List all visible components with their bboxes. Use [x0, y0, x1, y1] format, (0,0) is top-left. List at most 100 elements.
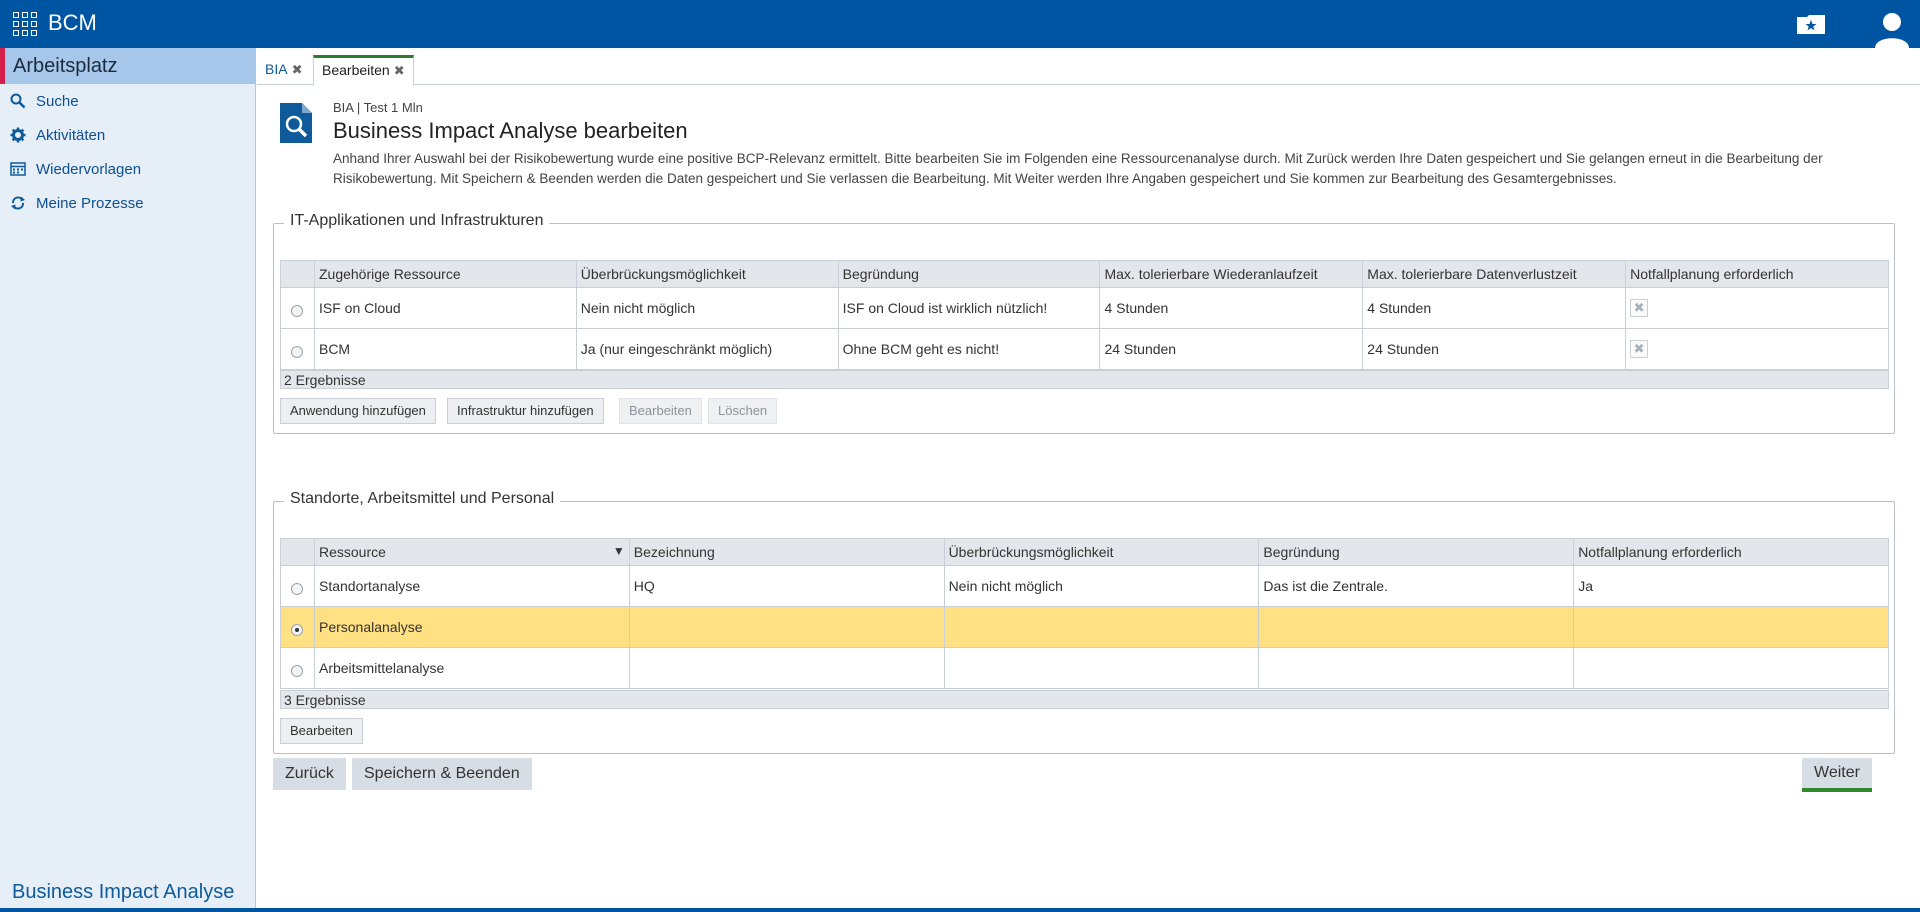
sidebar-heading[interactable]: Arbeitsplatz	[0, 48, 255, 84]
column-header[interactable]: Überbrückungsmöglichkeit	[943, 538, 1260, 566]
table-cell: Ja	[1573, 565, 1889, 607]
save-and-exit-button[interactable]: Speichern & Beenden	[352, 758, 532, 790]
row-select-cell	[280, 565, 315, 607]
row-radio[interactable]	[291, 583, 304, 596]
table-header-row: Ressource ▼ Bezeichnung Überbrückungsmögl…	[280, 538, 1889, 566]
table-row[interactable]: BCM Ja (nur eingeschränkt möglich) Ohne …	[280, 328, 1889, 370]
back-button[interactable]: Zurück	[273, 758, 346, 790]
table-header-row: Zugehörige Ressource Überbrückungsmöglic…	[280, 260, 1889, 288]
row-radio[interactable]	[291, 305, 304, 318]
gear-icon	[10, 127, 26, 143]
table-cell: BCM	[313, 328, 577, 370]
row-select-cell	[280, 328, 315, 370]
sidebar-footer-title: Business Impact Analyse	[12, 881, 235, 903]
column-header[interactable]: Ressource ▼	[313, 538, 630, 566]
it-applications-section: IT-Applikationen und Infrastrukturen Zug…	[273, 212, 1895, 434]
column-header[interactable]: Bezeichnung	[628, 538, 945, 566]
search-icon	[10, 93, 26, 109]
table-cell: ISF on Cloud	[313, 287, 577, 329]
edit-button[interactable]: Bearbeiten	[280, 718, 363, 744]
table-cell: Standortanalyse	[313, 565, 630, 607]
next-button[interactable]: Weiter	[1802, 758, 1872, 792]
sidebar-item-aktivitaeten[interactable]: Aktivitäten	[0, 118, 255, 152]
table-row[interactable]: Standortanalyse HQ Nein nicht möglich Da…	[280, 565, 1889, 607]
sort-down-icon[interactable]: ▼	[613, 544, 625, 558]
sidebar-item-meine-prozesse[interactable]: Meine Prozesse	[0, 186, 255, 220]
table-cell: Das ist die Zentrale.	[1258, 565, 1575, 607]
table-cell	[1258, 606, 1575, 648]
table-cell: ✖	[1625, 287, 1889, 329]
table-cell: 24 Stunden	[1362, 328, 1627, 370]
column-header[interactable]: Zugehörige Ressource	[313, 260, 577, 288]
table-cell: Nein nicht möglich	[575, 287, 839, 329]
select-column-header	[280, 538, 315, 566]
sidebar-item-label: Meine Prozesse	[36, 194, 144, 212]
table-cell: Ohne BCM geht es nicht!	[837, 328, 1101, 370]
page-title: Business Impact Analyse bearbeiten	[333, 118, 688, 143]
section-legend: IT-Applikationen und Infrastrukturen	[284, 212, 550, 230]
section-legend: Standorte, Arbeitsmittel und Personal	[284, 490, 561, 508]
sidebar: Arbeitsplatz Suche Aktivitäten Wiedervor…	[0, 48, 256, 910]
column-header[interactable]: Überbrückungsmöglichkeit	[575, 260, 839, 288]
table-cell: 24 Stunden	[1099, 328, 1364, 370]
table-row[interactable]: Arbeitsmittelanalyse	[280, 647, 1889, 689]
table-cell: Personalanalyse	[313, 606, 630, 648]
delete-button[interactable]: Löschen	[708, 398, 778, 424]
table-cell: 4 Stunden	[1362, 287, 1627, 329]
sidebar-item-label: Suche	[36, 92, 79, 110]
breadcrumb: BIA | Test 1 Mln	[333, 100, 423, 115]
tab-label: BIA	[265, 61, 288, 77]
table-cell	[1573, 606, 1889, 648]
table-cell	[943, 647, 1260, 689]
select-column-header	[280, 260, 315, 288]
unchecked-x-icon: ✖	[1630, 299, 1649, 317]
app-grid-icon[interactable]	[13, 12, 39, 36]
table-row[interactable]: ISF on Cloud Nein nicht möglich ISF on C…	[280, 287, 1889, 329]
add-infrastructure-button[interactable]: Infrastruktur hinzufügen	[447, 398, 604, 424]
tab-bearbeiten[interactable]: Bearbeiten ✖	[313, 55, 414, 86]
column-header[interactable]: Max. tolerierbare Wiederanlaufzeit	[1099, 260, 1364, 288]
bottom-border	[0, 908, 1920, 912]
sidebar-item-label: Aktivitäten	[36, 126, 106, 144]
row-radio[interactable]	[291, 346, 304, 359]
user-avatar-icon[interactable]	[1872, 8, 1912, 48]
row-radio[interactable]	[291, 665, 304, 678]
edit-button[interactable]: Bearbeiten	[619, 398, 702, 424]
process-icon	[11, 196, 25, 210]
column-header[interactable]: Notfallplanung erforderlich	[1625, 260, 1889, 288]
close-icon[interactable]: ✖	[292, 62, 303, 77]
table-cell: HQ	[628, 565, 945, 607]
sites-equipment-personnel-section: Standorte, Arbeitsmittel und Personal Re…	[273, 490, 1895, 754]
top-bar: BCM	[0, 0, 1920, 48]
row-radio-selected[interactable]	[291, 624, 304, 637]
column-header-label: Ressource	[318, 544, 386, 560]
table-cell	[943, 606, 1260, 648]
unchecked-x-icon: ✖	[1630, 340, 1649, 358]
table-cell	[1573, 647, 1889, 689]
column-header[interactable]: Begründung	[837, 260, 1101, 288]
table-cell	[628, 606, 945, 648]
sidebar-item-suche[interactable]: Suche	[0, 84, 255, 118]
table-cell: Nein nicht möglich	[943, 565, 1260, 607]
result-count: 3 Ergebnisse	[280, 690, 1889, 709]
table-cell: ✖	[1625, 328, 1889, 370]
add-application-button[interactable]: Anwendung hinzufügen	[280, 398, 436, 424]
it-resources-table: Zugehörige Ressource Überbrückungsmöglic…	[280, 260, 1889, 370]
row-select-cell	[280, 647, 315, 689]
tab-label: Bearbeiten	[322, 62, 390, 78]
row-select-cell	[280, 287, 315, 329]
table-cell: Arbeitsmittelanalyse	[313, 647, 630, 689]
table-row-selected[interactable]: Personalanalyse	[280, 606, 1889, 648]
sidebar-item-label: Wiedervorlagen	[36, 160, 142, 178]
column-header[interactable]: Max. tolerierbare Datenverlustzeit	[1362, 260, 1627, 288]
sidebar-item-wiedervorlagen[interactable]: Wiedervorlagen	[0, 152, 255, 186]
table-cell: Ja (nur eingeschränkt möglich)	[575, 328, 839, 370]
tab-bia[interactable]: BIA ✖	[257, 55, 310, 85]
row-select-cell	[280, 606, 315, 648]
column-header[interactable]: Begründung	[1258, 538, 1575, 566]
close-icon[interactable]: ✖	[394, 63, 405, 78]
table-cell: ISF on Cloud ist wirklich nützlich!	[837, 287, 1101, 329]
folder-star-icon[interactable]	[1796, 12, 1826, 36]
table-cell	[628, 647, 945, 689]
column-header[interactable]: Notfallplanung erforderlich	[1573, 538, 1889, 566]
